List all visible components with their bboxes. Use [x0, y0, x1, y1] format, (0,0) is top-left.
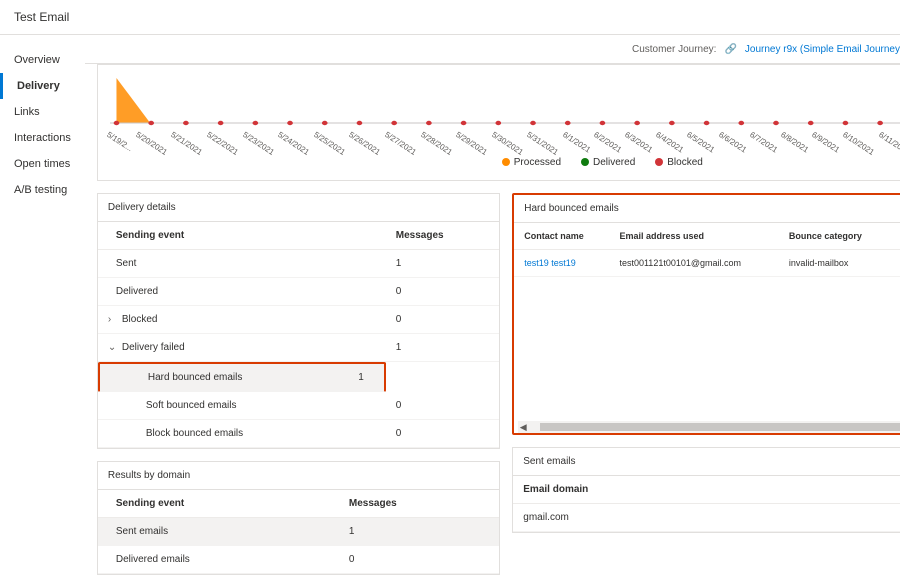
col-sending-event: Sending event [98, 222, 386, 250]
table-row[interactable]: gmail.com1 [513, 504, 900, 532]
date-range-bar: Customer Journey: 🔗 Journey r9x (Simple … [85, 35, 900, 64]
col-messages: Messages [386, 222, 499, 250]
page-title: Test Email [0, 0, 900, 35]
sidebar-item-links[interactable]: Links [0, 99, 85, 125]
email-cell: test001121t00101@gmail.com [609, 250, 778, 277]
sidebar-item-delivery[interactable]: Delivery [0, 73, 85, 99]
chevron-right-icon[interactable]: › [108, 314, 116, 325]
scroll-thumb[interactable] [540, 423, 900, 431]
journey-link[interactable]: Journey r9x (Simple Email Journey) [745, 44, 900, 55]
row-delivered-emails[interactable]: Delivered emails0 [98, 546, 499, 574]
row-sent-emails[interactable]: Sent emails1 [98, 518, 499, 546]
col-messages: Messages [339, 490, 499, 518]
col-bounce-category: Bounce category [779, 223, 890, 250]
row-hard-bounced[interactable]: Hard bounced emails1 [98, 362, 499, 393]
row-delivered[interactable]: Delivered0 [98, 278, 499, 306]
col-bounce-reason: Email bounce reason [890, 223, 900, 250]
horizontal-scrollbar[interactable]: ◀ ▶ [518, 421, 900, 433]
legend-dot-blocked [655, 158, 663, 166]
col-email-used: Email address used [609, 223, 778, 250]
sent-emails-panel: Sent emails ⇲ Email domainValue gmail.co… [512, 447, 900, 533]
delivery-details-table: Sending event Messages Sent1 Delivered0 … [98, 222, 499, 448]
hard-bounced-panel: Hard bounced emails ⇲ Contact name Email… [512, 193, 900, 435]
reason-cell: smtp;550 5.1.1 The email account that yo… [890, 250, 900, 277]
legend-dot-processed [502, 158, 510, 166]
sidebar-item-ab-testing[interactable]: A/B testing [0, 177, 85, 203]
row-block-bounced[interactable]: Block bounced emails0 [98, 420, 499, 448]
col-email-domain: Email domain [513, 476, 898, 504]
delivery-details-title: Delivery details [108, 202, 176, 213]
chart-legend: Processed Delivered Blocked [110, 157, 900, 168]
sidebar: Overview Delivery Links Interactions Ope… [0, 35, 85, 587]
sidebar-item-open-times[interactable]: Open times [0, 151, 85, 177]
legend-label-processed: Processed [514, 157, 561, 168]
row-blocked[interactable]: ›Blocked0 [98, 306, 499, 334]
hard-bounced-title: Hard bounced emails [524, 203, 619, 214]
timeline-chart [110, 73, 900, 128]
col-contact-name: Contact name [514, 223, 609, 250]
scroll-left-icon[interactable]: ◀ [518, 422, 528, 433]
row-delivery-failed[interactable]: ⌄Delivery failed1 [98, 334, 499, 362]
hard-bounced-table: Contact name Email address used Bounce c… [514, 223, 900, 277]
legend-dot-delivered [581, 158, 589, 166]
journey-label: Customer Journey: [632, 44, 716, 55]
category-cell: invalid-mailbox [779, 250, 890, 277]
timeline-chart-panel: 5/19/2...5/20/20215/21/20215/22/20215/23… [97, 64, 900, 181]
delivery-details-panel: Delivery details Sending event Messages … [97, 193, 500, 449]
chevron-down-icon[interactable]: ⌄ [108, 342, 116, 353]
results-by-domain-title: Results by domain [108, 470, 190, 481]
contact-link[interactable]: test19 test19 [514, 250, 609, 277]
results-by-domain-panel: Results by domain Sending eventMessages … [97, 461, 500, 575]
link-icon: 🔗 [724, 44, 736, 55]
sidebar-item-overview[interactable]: Overview [0, 47, 85, 73]
col-sending-event: Sending event [98, 490, 339, 518]
sent-emails-title: Sent emails [523, 456, 575, 467]
table-row[interactable]: test19 test19 test001121t00101@gmail.com… [514, 250, 900, 277]
legend-label-delivered: Delivered [593, 157, 635, 168]
sidebar-item-interactions[interactable]: Interactions [0, 125, 85, 151]
results-by-domain-table: Sending eventMessages Sent emails1 Deliv… [98, 490, 499, 574]
row-sent[interactable]: Sent1 [98, 250, 499, 278]
row-soft-bounced[interactable]: Soft bounced emails0 [98, 392, 499, 420]
sent-emails-table: Email domainValue gmail.com1 [513, 476, 900, 532]
legend-label-blocked: Blocked [667, 157, 703, 168]
